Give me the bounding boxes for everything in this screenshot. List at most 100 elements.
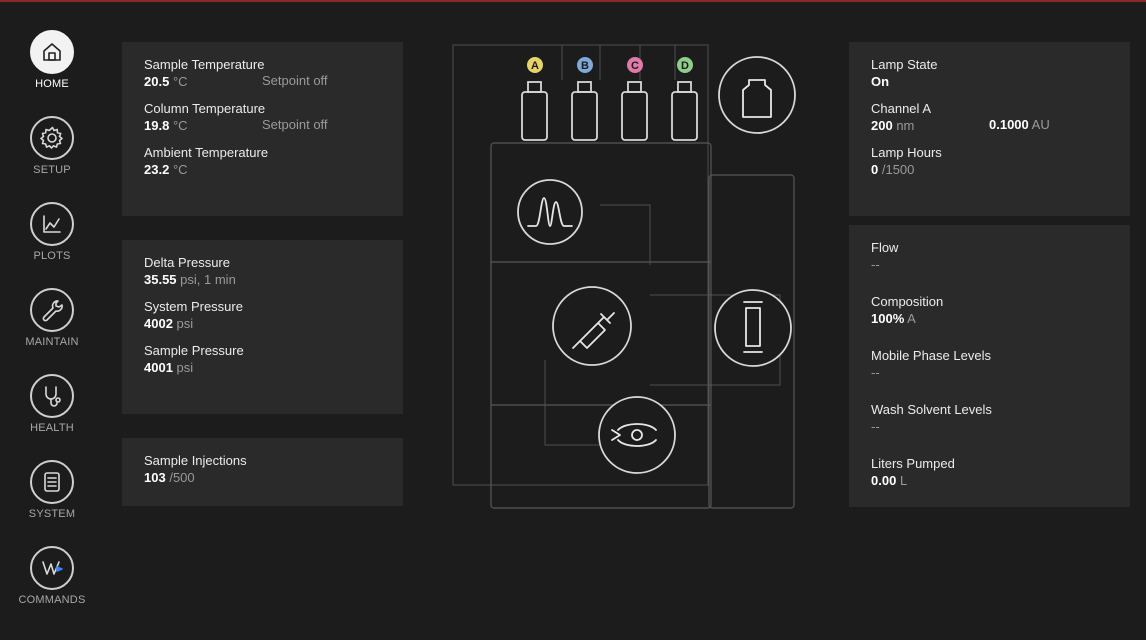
nav-home-label: HOME — [35, 78, 69, 90]
wrench-icon — [30, 288, 74, 332]
home-icon — [30, 30, 74, 74]
column-temperature-label: Column Temperature — [144, 101, 266, 116]
nav-plots[interactable]: PLOTS — [0, 202, 104, 262]
liters-pumped: Liters Pumped 0.00 L — [871, 455, 1108, 489]
wavelength-unit: nm — [896, 118, 915, 133]
chart-icon — [30, 202, 74, 246]
waste-bottle-button[interactable] — [718, 56, 796, 134]
wash-solvent-levels-label: Wash Solvent Levels — [871, 402, 992, 417]
system-pressure-label: System Pressure — [144, 299, 243, 314]
temperature-card: Sample Temperature 20.5 °C Setpoint off … — [122, 42, 403, 216]
sample-pressure: Sample Pressure 4001 psi — [144, 342, 381, 376]
ambient-temperature: Ambient Temperature 23.2 °C — [144, 144, 381, 178]
flow-label: Flow — [871, 240, 899, 255]
composition-unit: A — [907, 311, 916, 326]
flow: Flow -- — [871, 239, 1108, 273]
nav-system-label: SYSTEM — [28, 508, 76, 520]
solvent-bottle-c[interactable]: C — [621, 57, 648, 141]
pressure-card: Delta Pressure 35.55 psi, 1 min System P… — [122, 240, 403, 414]
liters-pumped-unit: L — [899, 473, 908, 488]
bottle-b-letter: B — [581, 60, 589, 72]
solvent-bottle-d[interactable]: D — [671, 57, 698, 141]
column-temperature-unit: °C — [172, 118, 188, 133]
channel-a-label: Channel A — [871, 101, 931, 116]
sample-injections-limit: /500 — [169, 470, 195, 485]
delta-pressure-label: Delta Pressure — [144, 255, 230, 270]
solvent-bottle-b[interactable]: B — [571, 57, 598, 141]
lamp-state-label: Lamp State — [871, 57, 938, 72]
sample-pressure-unit: psi — [176, 360, 194, 375]
sample-injections-label: Sample Injections — [144, 453, 247, 468]
sample-injections-value: 103 — [144, 470, 166, 485]
bottle-a-letter: A — [531, 60, 539, 72]
lamp-hours-label: Lamp Hours — [871, 145, 942, 160]
lamp-hours: Lamp Hours 0 /1500 — [871, 144, 1108, 178]
detector-button[interactable] — [517, 179, 583, 245]
delta-pressure: Delta Pressure 35.55 psi, 1 min — [144, 254, 381, 288]
nav-home[interactable]: HOME — [0, 30, 104, 90]
system-pressure-value: 4002 — [144, 316, 173, 331]
delta-pressure-unit: psi, 1 min — [180, 272, 236, 287]
system-icon — [30, 460, 74, 504]
liters-pumped-label: Liters Pumped — [871, 456, 955, 471]
sample-setpoint-status: Setpoint off — [262, 73, 328, 88]
sample-manager-button[interactable] — [552, 286, 632, 366]
ambient-temperature-unit: °C — [172, 162, 188, 177]
lamp-card: Lamp State On Channel A 200 nm 0.1000 AU… — [849, 42, 1130, 216]
nav-system[interactable]: SYSTEM — [0, 460, 104, 520]
composition-label: Composition — [871, 294, 944, 309]
stethoscope-icon — [30, 374, 74, 418]
nav-health-label: HEALTH — [30, 422, 74, 434]
column-temperature-value: 19.8 — [144, 118, 170, 133]
mobile-phase-levels-value: -- — [871, 365, 880, 380]
wash-solvent-levels: Wash Solvent Levels -- — [871, 401, 1108, 435]
injections-card: Sample Injections 103 /500 — [122, 438, 403, 506]
ambient-temperature-label: Ambient Temperature — [144, 145, 269, 160]
nav-commands-label: COMMANDS — [18, 594, 86, 606]
sample-pressure-label: Sample Pressure — [144, 343, 244, 358]
nav-setup[interactable]: SETUP — [0, 116, 104, 176]
nav-plots-label: PLOTS — [33, 250, 71, 262]
nav-commands[interactable]: COMMANDS — [0, 546, 104, 606]
flow-card: Flow -- Composition 100% A Mobile Phase … — [849, 225, 1130, 507]
composition: Composition 100% A — [871, 293, 1108, 327]
bottle-c-letter: C — [631, 60, 639, 72]
column-setpoint-status: Setpoint off — [262, 117, 328, 132]
wash-solvent-levels-value: -- — [871, 419, 880, 434]
column-temperature: Column Temperature 19.8 °C Setpoint off — [144, 100, 381, 134]
nav-maintain[interactable]: MAINTAIN — [0, 288, 104, 348]
column-manager-button[interactable] — [714, 289, 792, 367]
sample-temperature-label: Sample Temperature — [144, 57, 265, 72]
bottle-d-letter: D — [681, 60, 689, 72]
pump-button[interactable] — [598, 396, 676, 474]
nav-setup-label: SETUP — [33, 164, 71, 176]
liters-pumped-value: 0.00 — [871, 473, 897, 488]
system-pressure-unit: psi — [176, 316, 194, 331]
ambient-temperature-value: 23.2 — [144, 162, 170, 177]
absorbance-value: 0.1000 — [989, 117, 1029, 132]
system-pressure: System Pressure 4002 psi — [144, 298, 381, 332]
mobile-phase-levels: Mobile Phase Levels -- — [871, 347, 1108, 381]
lamp-hours-limit: /1500 — [881, 162, 915, 177]
mobile-phase-levels-label: Mobile Phase Levels — [871, 348, 991, 363]
sample-temperature-value: 20.5 — [144, 74, 170, 89]
absorbance-unit: AU — [1031, 117, 1050, 132]
wavelength-value: 200 — [871, 118, 893, 133]
system-diagram: A B C D — [440, 30, 810, 530]
channel-a: Channel A 200 nm 0.1000 AU — [871, 100, 1108, 134]
gear-icon — [30, 116, 74, 160]
sample-temperature-unit: °C — [172, 74, 188, 89]
composition-value: 100% — [871, 311, 905, 326]
lamp-state: Lamp State On — [871, 56, 1108, 90]
delta-pressure-value: 35.55 — [144, 272, 177, 287]
commands-icon — [30, 546, 74, 590]
solvent-bottle-a[interactable]: A — [521, 57, 548, 141]
lamp-hours-value: 0 — [871, 162, 879, 177]
sample-injections: Sample Injections 103 /500 — [144, 452, 381, 486]
nav-maintain-label: MAINTAIN — [25, 336, 79, 348]
lamp-state-value: On — [871, 74, 890, 89]
top-accent-line — [0, 0, 1146, 2]
sample-temperature: Sample Temperature 20.5 °C Setpoint off — [144, 56, 381, 90]
nav-health[interactable]: HEALTH — [0, 374, 104, 434]
flow-value: -- — [871, 257, 880, 272]
